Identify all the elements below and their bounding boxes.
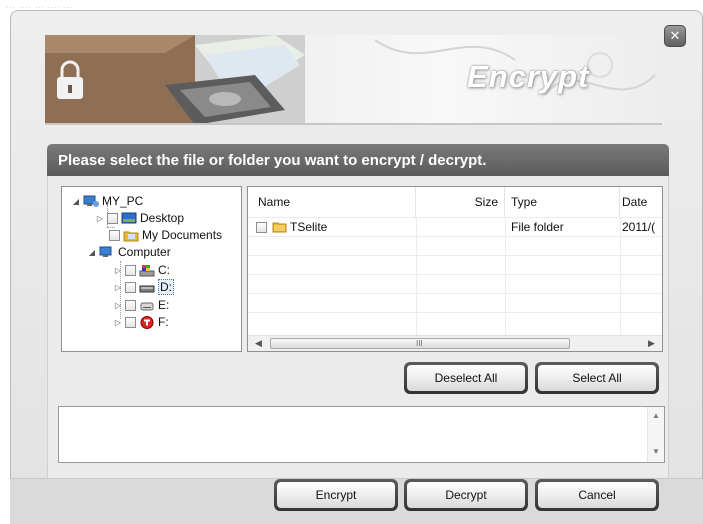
tree-label-drive-d: D: [158,279,174,295]
computer-icon [99,246,115,259]
decrypt-button[interactable]: Decrypt [404,479,528,511]
tree-item-computer[interactable]: ◢ Computer [88,245,171,259]
deselect-all-label: Deselect All [407,365,525,391]
log-output[interactable]: ▲ ▼ [58,406,665,463]
grid-line [248,312,662,313]
encrypt-label: Encrypt [277,482,395,508]
grid-line [248,236,662,237]
decrypt-label: Decrypt [407,482,525,508]
banner-illustration [45,35,305,123]
column-header-size-label: Size [474,195,498,209]
computer-icon [83,195,99,208]
banner-title: Encrypt [467,59,590,94]
file-name: TSelite [290,220,328,234]
select-all-label: Select All [538,365,656,391]
close-button[interactable]: ✕ [664,25,686,47]
tree-item-desktop[interactable]: ▷ Desktop [96,211,184,225]
tree-item-drive-f[interactable]: ▷ F: [114,315,169,329]
tree-label-my-documents: My Documents [142,228,223,242]
file-type: File folder [511,220,564,234]
horizontal-scrollbar[interactable]: ◀ III ▶ [248,335,662,351]
column-header-name[interactable]: Name [248,187,416,217]
column-header-size[interactable]: Size [416,187,505,217]
cancel-label: Cancel [538,482,656,508]
drive-d-checkbox[interactable] [125,281,136,293]
file-date: 2011/( [622,220,656,234]
tree-label-drive-f: F: [158,315,169,329]
titlebar-text: ... .... ... .... ... [6,1,74,10]
scroll-up-icon[interactable]: ▲ [652,411,660,420]
desktop-icon [121,212,137,225]
system-drive-icon [139,264,155,277]
desktop-checkbox[interactable] [107,212,118,224]
tree-item-drive-c[interactable]: ▷ C: [114,263,170,277]
drive-f-checkbox[interactable] [125,316,136,328]
my-documents-checkbox[interactable] [109,229,120,241]
deselect-all-button[interactable]: Deselect All [404,362,528,394]
removable-drive-icon [139,299,155,312]
column-header-type-label: Type [511,195,538,209]
banner: Encrypt [45,35,662,125]
tree-label-drive-e: E: [158,298,170,312]
grid-line [248,255,662,256]
scroll-down-icon[interactable]: ▼ [652,447,660,456]
tree-label-desktop: Desktop [140,211,185,225]
documents-folder-icon [123,229,139,242]
scroll-thumb[interactable]: III [270,338,570,349]
collapse-arrow-icon[interactable]: ◢ [88,248,96,257]
encrypt-button[interactable]: Encrypt [274,479,398,511]
file-list[interactable]: Name Size Type Date TSelite File folder … [247,186,663,352]
expand-arrow-icon[interactable]: ▷ [114,283,122,292]
tree-item-drive-e[interactable]: ▷ E: [114,298,169,312]
close-icon: ✕ [669,28,681,43]
folder-tree[interactable]: ◢ MY_PC ▷ Desktop My Documents ◢ Compute… [61,186,242,352]
drive-e-checkbox[interactable] [125,299,136,311]
column-header-type[interactable]: Type [505,187,620,217]
disk-drive-icon [139,281,155,294]
scroll-left-icon[interactable]: ◀ [255,338,262,349]
tree-item-my-pc[interactable]: ◢ MY_PC [72,194,143,208]
tree-label-computer: Computer [118,245,171,259]
instruction-text: Please select the file or folder you wan… [58,152,487,169]
column-header-date[interactable]: Date [620,187,662,217]
column-header-name-label: Name [258,195,291,209]
folder-icon [272,220,287,236]
tree-item-my-documents[interactable]: My Documents [106,228,222,242]
collapse-arrow-icon[interactable]: ◢ [72,197,80,206]
expand-arrow-icon[interactable]: ▷ [114,266,122,275]
table-row[interactable]: TSelite File folder 2011/( [248,218,662,236]
scroll-grip: III [416,339,423,348]
scroll-right-icon[interactable]: ▶ [648,338,655,349]
vertical-scrollbar[interactable]: ▲ ▼ [647,407,664,462]
panel-header: Please select the file or folder you wan… [47,144,669,176]
expand-arrow-icon[interactable]: ▷ [114,318,122,327]
select-all-button[interactable]: Select All [535,362,659,394]
column-header-date-label: Date [622,195,648,209]
tree-label-my-pc: MY_PC [102,194,144,208]
drive-c-checkbox[interactable] [125,264,136,276]
protected-drive-icon [139,315,155,329]
grid-line [248,293,662,294]
tree-label-drive-c: C: [158,263,170,277]
expand-arrow-icon[interactable]: ▷ [96,214,104,223]
tree-item-drive-d[interactable]: ▷ D: [114,279,174,295]
row-checkbox[interactable] [256,222,267,233]
grid-line [248,274,662,275]
expand-arrow-icon[interactable]: ▷ [114,301,122,310]
cancel-button[interactable]: Cancel [535,479,659,511]
